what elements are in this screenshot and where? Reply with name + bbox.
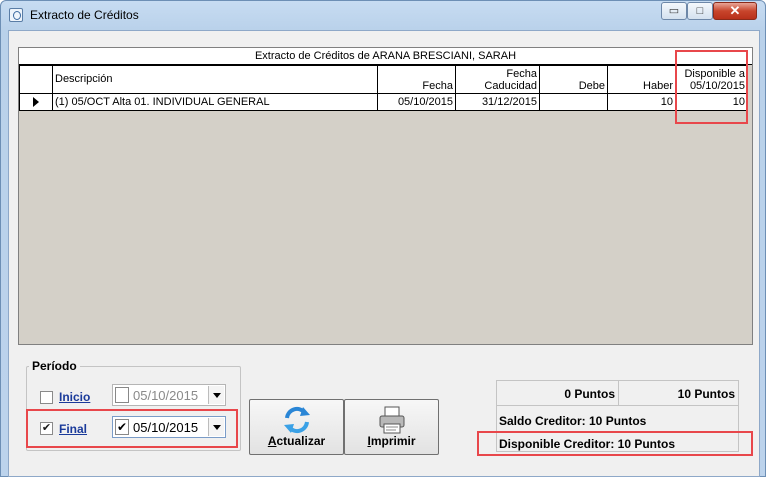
close-button[interactable]: ✕ <box>713 2 757 20</box>
highlight-disponible-creditor <box>477 431 753 456</box>
cell-descripcion[interactable]: (1) 05/OCT Alta 01. INDIVIDUAL GENERAL <box>52 93 378 111</box>
debe-total: 0 Puntos <box>564 387 615 401</box>
cell-debe[interactable] <box>539 93 608 111</box>
table-row[interactable]: (1) 05/OCT Alta 01. INDIVIDUAL GENERAL 0… <box>19 93 748 111</box>
maximize-button[interactable]: □ <box>687 2 713 20</box>
printer-icon <box>379 406 405 434</box>
inicio-chevron-down-icon[interactable] <box>208 386 224 404</box>
inicio-date-checkbox[interactable] <box>115 387 129 403</box>
periodo-legend: Período <box>29 359 80 373</box>
app-icon <box>9 8 23 22</box>
cell-fecha-caducidad[interactable]: 31/12/2015 <box>455 93 540 111</box>
column-header-debe[interactable]: Debe <box>539 65 608 94</box>
column-header-fecha-caducidad[interactable]: Fecha Caducidad <box>455 65 540 94</box>
row-indicator-header <box>19 65 53 94</box>
imprimir-label: Imprimir <box>367 434 416 448</box>
totals-divider <box>618 381 619 406</box>
inicio-date-picker[interactable]: 05/10/2015 <box>112 384 226 406</box>
refresh-icon <box>284 406 310 434</box>
credits-grid[interactable]: Extracto de Créditos de ARANA BRESCIANI,… <box>18 47 753 345</box>
cell-haber[interactable]: 10 <box>607 93 676 111</box>
column-header-descripcion[interactable]: Descripción <box>52 65 378 94</box>
fecha-caducidad-line2: Caducidad <box>484 80 537 92</box>
table-header-row: Descripción Fecha Fecha Caducidad Debe H… <box>19 65 748 94</box>
inicio-label[interactable]: Inicio <box>59 390 90 404</box>
imprimir-button[interactable]: Imprimir <box>344 399 439 455</box>
column-header-fecha[interactable]: Fecha <box>377 65 456 94</box>
totals-points-row: 0 Puntos 10 Puntos <box>497 381 738 406</box>
cell-fecha[interactable]: 05/10/2015 <box>377 93 456 111</box>
highlight-final-row <box>26 409 238 448</box>
haber-total: 10 Puntos <box>677 387 735 401</box>
window: Extracto de Créditos ▭ □ ✕ Extracto de C… <box>0 0 766 477</box>
inicio-date-value: 05/10/2015 <box>133 388 199 403</box>
saldo-creditor: Saldo Creditor: 10 Puntos <box>499 414 647 428</box>
highlight-disponible-column <box>675 50 748 124</box>
current-row-arrow-icon <box>33 97 39 107</box>
grid-caption: Extracto de Créditos de ARANA BRESCIANI,… <box>19 48 752 65</box>
column-header-haber[interactable]: Haber <box>607 65 676 94</box>
inicio-checkbox[interactable] <box>40 391 53 404</box>
fecha-caducidad-line1: Fecha <box>506 68 537 80</box>
minimize-button[interactable]: ▭ <box>661 2 687 20</box>
window-title: Extracto de Créditos <box>30 8 139 22</box>
actualizar-label: Actualizar <box>267 434 326 448</box>
title-bar[interactable]: Extracto de Créditos ▭ □ ✕ <box>1 1 765 29</box>
actualizar-button[interactable]: Actualizar <box>249 399 344 455</box>
credits-table: Descripción Fecha Fecha Caducidad Debe H… <box>19 65 748 111</box>
client-area: Extracto de Créditos de ARANA BRESCIANI,… <box>8 30 760 477</box>
row-indicator <box>19 93 53 111</box>
